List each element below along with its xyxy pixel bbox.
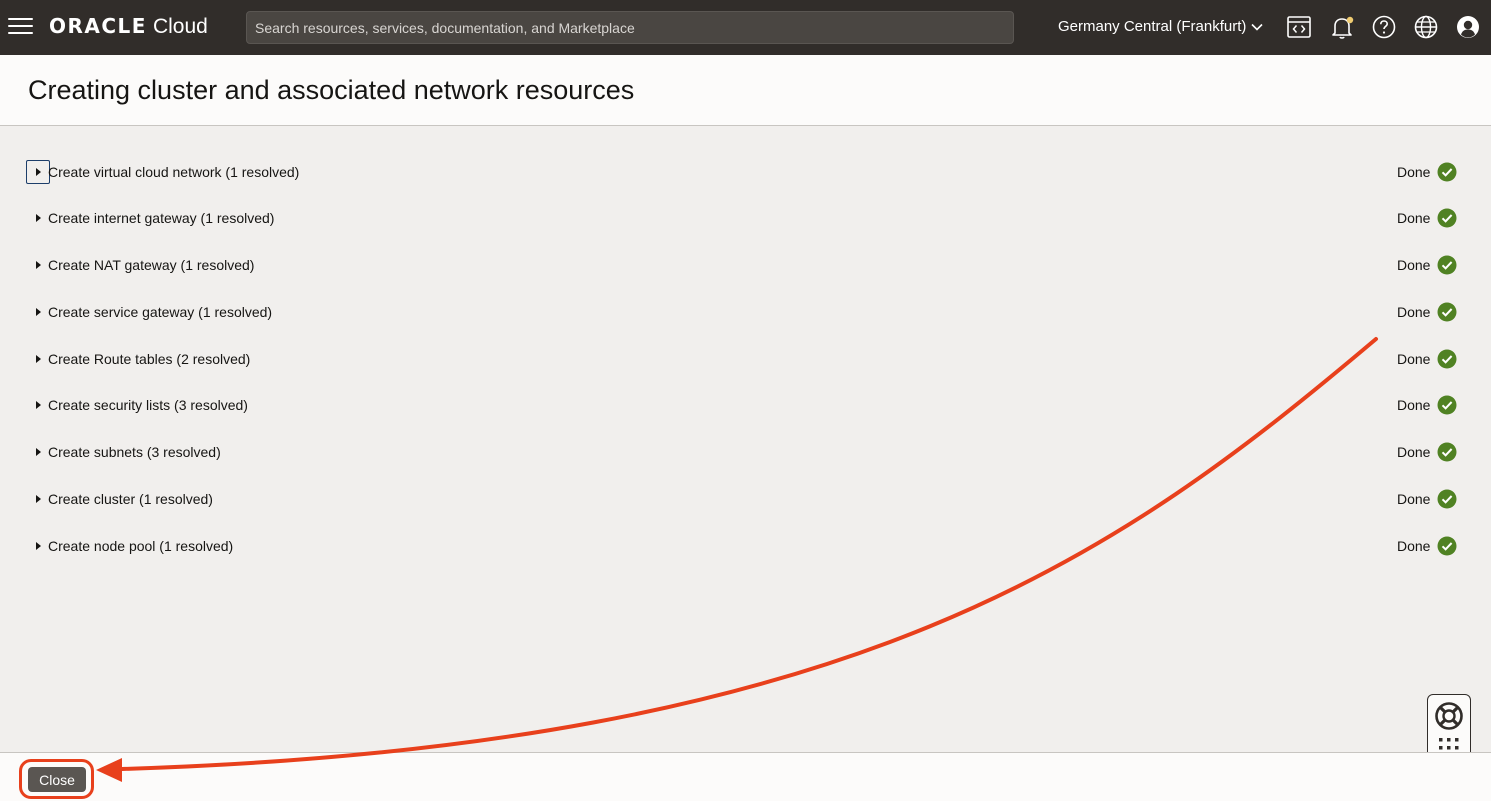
oracle-cloud-logo[interactable]: ORACLE Cloud <box>49 14 208 42</box>
language-globe-icon[interactable] <box>1413 14 1439 40</box>
step-row-security-lists[interactable]: Create security lists (3 resolved) Done <box>0 391 1491 421</box>
expand-toggle[interactable] <box>26 534 50 558</box>
region-selector[interactable]: Germany Central (Frankfurt) <box>1058 18 1264 35</box>
step-row-virtual-cloud-network[interactable]: Create virtual cloud network (1 resolved… <box>0 158 1491 188</box>
brand-cloud: Cloud <box>152 15 208 38</box>
close-button[interactable]: Close <box>28 767 86 792</box>
page-footer: Close <box>0 752 1491 801</box>
step-label[interactable]: Create subnets (3 resolved) <box>48 444 221 460</box>
status-text: Done <box>1397 351 1431 367</box>
expand-toggle[interactable] <box>26 206 50 230</box>
grid-dots-icon <box>1439 738 1459 750</box>
status-text: Done <box>1397 210 1431 226</box>
caret-right-icon <box>35 401 41 409</box>
step-label[interactable]: Create cluster (1 resolved) <box>48 491 213 507</box>
expand-toggle[interactable] <box>26 300 50 324</box>
step-row-node-pool[interactable]: Create node pool (1 resolved) Done <box>0 532 1491 562</box>
top-navigation-bar: ORACLE Cloud Germany Central (Frankfurt) <box>0 0 1491 55</box>
expand-toggle[interactable] <box>26 487 50 511</box>
brand-oracle: ORACLE <box>49 14 147 38</box>
status-text: Done <box>1397 397 1431 413</box>
step-row-subnets[interactable]: Create subnets (3 resolved) Done <box>0 438 1491 468</box>
caret-right-icon <box>35 261 41 269</box>
menu-icon[interactable] <box>8 18 33 36</box>
success-check-icon <box>1437 489 1457 509</box>
success-check-icon <box>1437 442 1457 462</box>
step-label[interactable]: Create Route tables (2 resolved) <box>48 351 250 367</box>
status-text: Done <box>1397 444 1431 460</box>
status-text: Done <box>1397 304 1431 320</box>
step-row-nat-gateway[interactable]: Create NAT gateway (1 resolved) Done <box>0 251 1491 281</box>
success-check-icon <box>1437 395 1457 415</box>
step-label[interactable]: Create node pool (1 resolved) <box>48 538 233 554</box>
status-text: Done <box>1397 257 1431 273</box>
success-check-icon <box>1437 302 1457 322</box>
caret-right-icon <box>35 168 41 176</box>
step-label[interactable]: Create service gateway (1 resolved) <box>48 304 272 320</box>
status-text: Done <box>1397 164 1431 180</box>
status-text: Done <box>1397 538 1431 554</box>
status-text: Done <box>1397 491 1431 507</box>
expand-toggle[interactable] <box>26 160 50 184</box>
page-title: Creating cluster and associated network … <box>28 75 635 105</box>
step-label[interactable]: Create virtual cloud network (1 resolved… <box>48 164 299 180</box>
lifebuoy-icon <box>1435 702 1463 730</box>
success-check-icon <box>1437 162 1457 182</box>
code-editor-icon[interactable] <box>1286 14 1312 40</box>
chevron-down-icon <box>1251 23 1263 31</box>
success-check-icon <box>1437 536 1457 556</box>
success-check-icon <box>1437 255 1457 275</box>
page-header: Creating cluster and associated network … <box>0 55 1491 126</box>
caret-right-icon <box>35 308 41 316</box>
success-check-icon <box>1437 349 1457 369</box>
step-row-cluster[interactable]: Create cluster (1 resolved) Done <box>0 485 1491 515</box>
caret-right-icon <box>35 542 41 550</box>
expand-toggle[interactable] <box>26 440 50 464</box>
success-check-icon <box>1437 208 1457 228</box>
caret-right-icon <box>35 214 41 222</box>
step-row-service-gateway[interactable]: Create service gateway (1 resolved) Done <box>0 298 1491 328</box>
caret-right-icon <box>35 448 41 456</box>
help-icon[interactable] <box>1371 14 1397 40</box>
expand-toggle[interactable] <box>26 393 50 417</box>
step-row-internet-gateway[interactable]: Create internet gateway (1 resolved) Don… <box>0 204 1491 234</box>
step-label[interactable]: Create security lists (3 resolved) <box>48 397 248 413</box>
search-input[interactable] <box>246 11 1014 44</box>
region-label: Germany Central (Frankfurt) <box>1058 18 1247 35</box>
caret-right-icon <box>35 495 41 503</box>
user-profile-icon[interactable] <box>1455 14 1481 40</box>
expand-toggle[interactable] <box>26 253 50 277</box>
step-label[interactable]: Create internet gateway (1 resolved) <box>48 210 274 226</box>
step-row-route-tables[interactable]: Create Route tables (2 resolved) Done <box>0 345 1491 375</box>
help-widget[interactable] <box>1427 694 1471 759</box>
step-label[interactable]: Create NAT gateway (1 resolved) <box>48 257 254 273</box>
notification-bell-icon[interactable] <box>1329 14 1355 40</box>
expand-toggle[interactable] <box>26 347 50 371</box>
caret-right-icon <box>35 355 41 363</box>
